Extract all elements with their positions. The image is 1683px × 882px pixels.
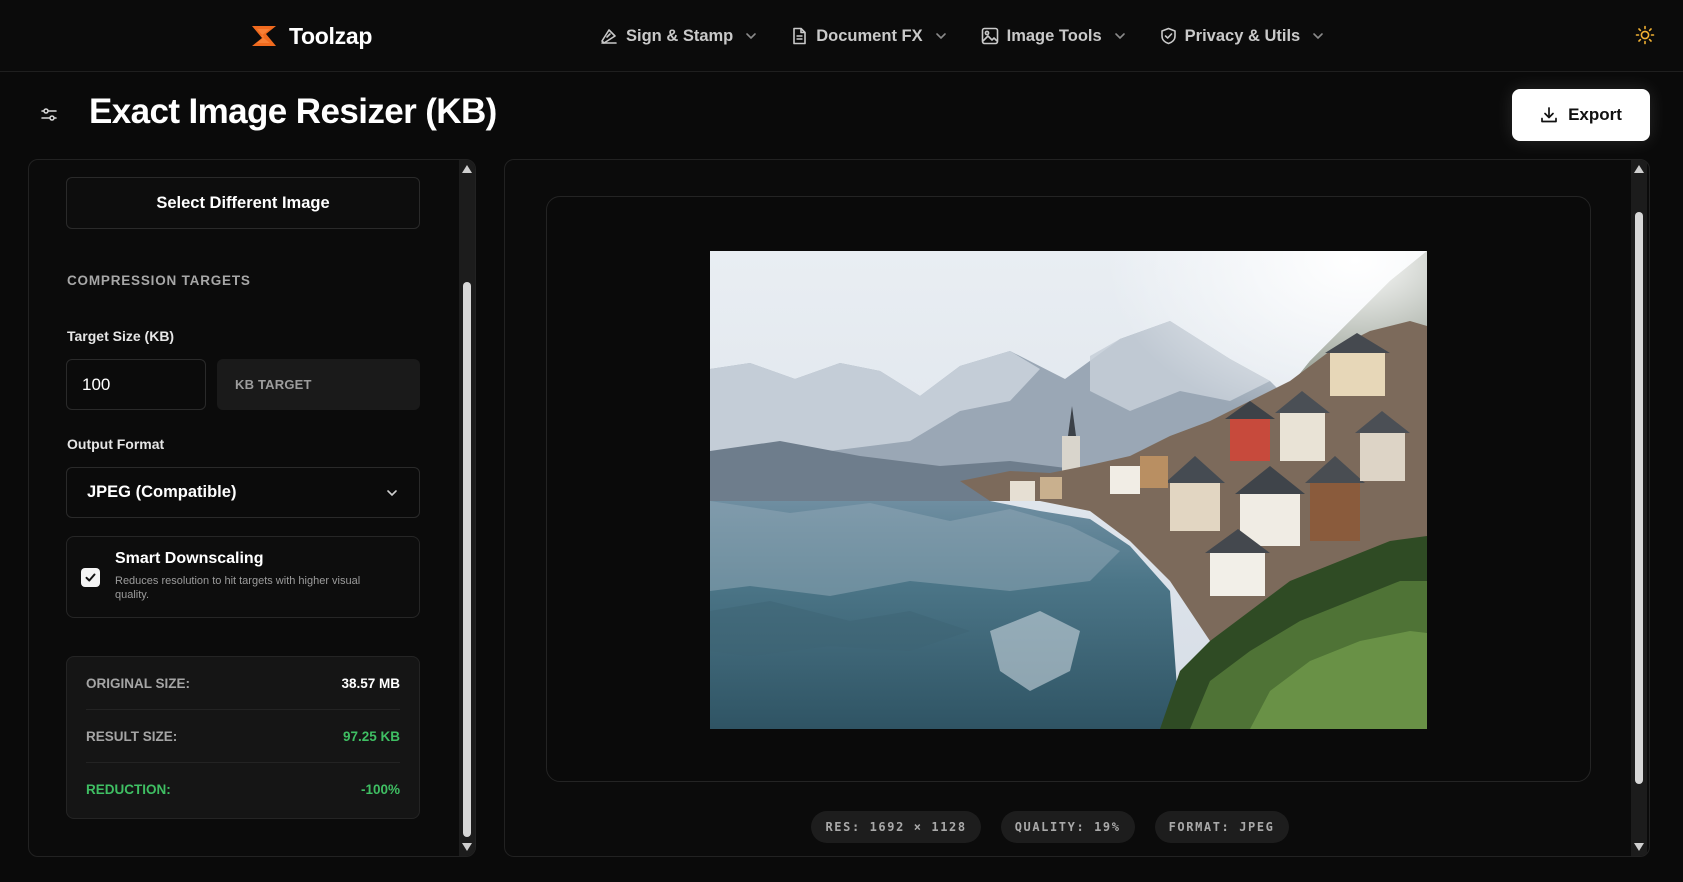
- scroll-up-arrow-icon[interactable]: [1634, 165, 1644, 173]
- main-nav: Sign & Stamp Document FX Image Tools Pri…: [600, 22, 1324, 50]
- nav-document-fx[interactable]: Document FX: [791, 27, 946, 46]
- format-badge: FORMAT: JPEG: [1154, 811, 1289, 843]
- chevron-down-icon: [1313, 33, 1324, 40]
- chevron-down-icon: [746, 33, 757, 40]
- preview-scrollbar[interactable]: [1631, 160, 1647, 856]
- export-button[interactable]: Export: [1512, 89, 1650, 141]
- stat-row-original: ORIGINAL SIZE: 38.57 MB: [86, 657, 400, 710]
- nav-image-tools-label: Image Tools: [1006, 26, 1102, 45]
- compression-targets-heading: COMPRESSION TARGETS: [67, 273, 251, 288]
- smart-downscaling-description: Reduces resolution to hit targets with h…: [115, 575, 361, 601]
- stat-row-result: RESULT SIZE: 97.25 KB: [86, 710, 400, 763]
- reduction-label: REDUCTION:: [86, 782, 171, 797]
- signature-icon: [601, 29, 617, 44]
- target-size-label: Target Size (KB): [67, 328, 175, 344]
- smart-downscaling-option: Smart Downscaling Reduces resolution to …: [66, 536, 420, 618]
- checkmark-icon: [85, 573, 96, 582]
- nav-sign-stamp-label: Sign & Stamp: [626, 26, 734, 45]
- result-size-value: 97.25 KB: [342, 728, 400, 744]
- shield-icon: [1160, 27, 1176, 45]
- page-title: Exact Image Resizer (KB): [89, 92, 497, 131]
- output-format-select[interactable]: JPEG (Compatible): [66, 467, 420, 518]
- image-info-badges: RES: 1692 × 1128 QUALITY: 19% FORMAT: JP…: [505, 811, 1631, 843]
- original-size-value: 38.57 MB: [341, 675, 400, 691]
- export-button-label: Export: [1568, 105, 1622, 124]
- document-icon: [793, 27, 807, 45]
- nav-privacy-utils-label: Privacy & Utils: [1184, 26, 1301, 45]
- scrollbar-thumb[interactable]: [463, 282, 471, 837]
- output-format-label: Output Format: [67, 436, 165, 452]
- brand-name: Toolzap: [289, 22, 373, 49]
- kb-target-unit: KB TARGET: [217, 359, 420, 410]
- preview-frame: [546, 196, 1591, 782]
- chevron-down-icon: [387, 489, 397, 496]
- chevron-down-icon: [1114, 33, 1125, 40]
- sun-icon: [1635, 25, 1655, 45]
- nav-image-tools[interactable]: Image Tools: [981, 27, 1126, 46]
- nav-document-fx-label: Document FX: [816, 26, 923, 45]
- theme-toggle-button[interactable]: [1632, 22, 1658, 48]
- stat-row-reduction: REDUCTION: -100%: [86, 763, 400, 816]
- nav-sign-stamp[interactable]: Sign & Stamp: [600, 27, 757, 46]
- image-preview: [710, 251, 1427, 729]
- toolzap-logo-icon: [252, 26, 276, 46]
- scroll-down-arrow-icon[interactable]: [462, 843, 472, 851]
- smart-downscaling-title: Smart Downscaling: [115, 550, 264, 567]
- nav-privacy-utils[interactable]: Privacy & Utils: [1160, 27, 1325, 46]
- scrollbar-thumb[interactable]: [1635, 212, 1643, 784]
- smart-downscaling-checkbox[interactable]: [81, 568, 100, 587]
- size-stats-card: ORIGINAL SIZE: 38.57 MB RESULT SIZE: 97.…: [66, 656, 420, 819]
- select-different-image-button[interactable]: Select Different Image: [66, 177, 420, 229]
- quality-badge: QUALITY: 19%: [1000, 811, 1135, 843]
- tool-settings-button[interactable]: [38, 104, 60, 126]
- brand[interactable]: Toolzap: [251, 20, 372, 52]
- sliders-icon: [41, 108, 57, 121]
- preview-panel: RES: 1692 × 1128 QUALITY: 19% FORMAT: JP…: [504, 159, 1650, 857]
- chevron-down-icon: [935, 33, 946, 40]
- settings-panel: Select Different Image COMPRESSION TARGE…: [28, 159, 476, 857]
- result-size-label: RESULT SIZE:: [86, 728, 178, 744]
- scroll-up-arrow-icon[interactable]: [462, 165, 472, 173]
- reduction-value: -100%: [360, 782, 400, 797]
- download-icon: [1541, 107, 1557, 123]
- top-nav-bar: Toolzap Sign & Stamp Document FX Image T…: [0, 0, 1683, 72]
- resolution-badge: RES: 1692 × 1128: [811, 811, 981, 843]
- output-format-value: JPEG (Compatible): [87, 483, 237, 501]
- scroll-down-arrow-icon[interactable]: [1634, 843, 1644, 851]
- target-size-input[interactable]: [66, 359, 206, 410]
- image-icon: [981, 27, 998, 45]
- settings-scrollbar[interactable]: [459, 160, 475, 856]
- original-size-label: ORIGINAL SIZE:: [86, 675, 191, 691]
